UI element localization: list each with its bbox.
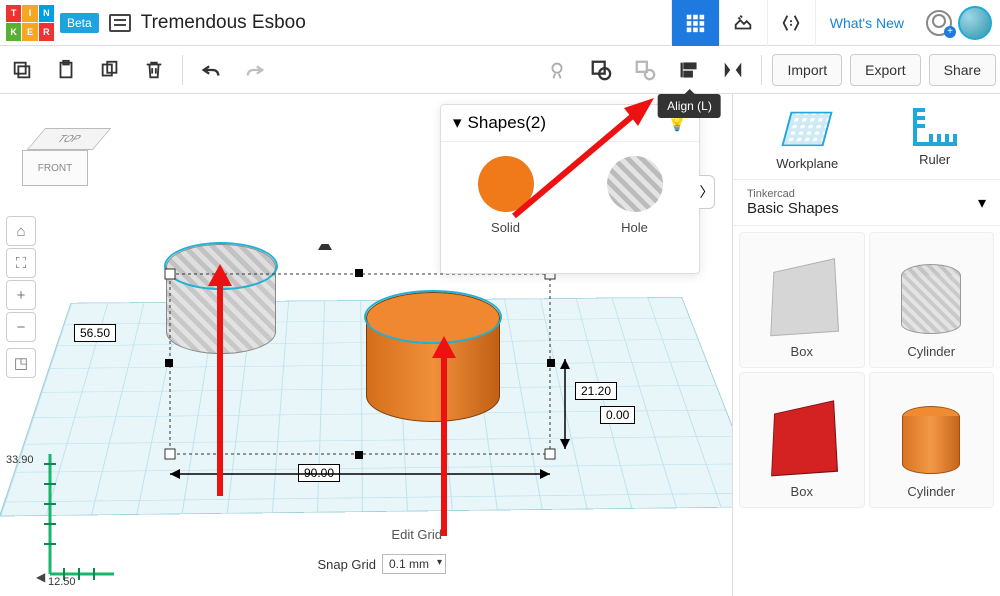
shapes-sidebar: Workplane Ruler Tinkercad Basic Shapes ▾… (732, 94, 1000, 596)
dim-z-label[interactable]: 0.00 (600, 406, 635, 424)
dim-depth-label[interactable]: 56.50 (74, 324, 116, 342)
library-name-label: Basic Shapes (747, 200, 839, 217)
mirror-button[interactable] (713, 52, 753, 88)
design-notes-icon[interactable] (109, 14, 131, 32)
code-blocks-button[interactable] (767, 0, 815, 46)
beta-badge: Beta (60, 13, 99, 33)
zoom-out-button[interactable]: − (6, 312, 36, 342)
share-button[interactable]: Share (929, 54, 996, 86)
redo-button[interactable] (235, 52, 275, 88)
snap-grid-select[interactable]: 0.1 mm (382, 554, 446, 574)
zoom-in-button[interactable]: + (6, 280, 36, 310)
cylinder-solid-icon (902, 406, 960, 474)
delete-button[interactable] (134, 52, 174, 88)
shape-label: Cylinder (907, 344, 955, 359)
ungroup-button[interactable] (625, 52, 665, 88)
undo-button[interactable] (191, 52, 231, 88)
dim-height-label[interactable]: 21.20 (575, 382, 617, 400)
export-button[interactable]: Export (850, 54, 920, 86)
align-tooltip: Align (L) (658, 94, 721, 118)
viewcube-top-face[interactable]: TOP (27, 128, 111, 150)
chevron-down-icon: ▾ (978, 193, 986, 213)
ruler-label: Ruler (919, 152, 950, 167)
shape-label: Box (791, 484, 813, 499)
copy-button[interactable] (2, 52, 42, 88)
shape-label: Cylinder (907, 484, 955, 499)
ruler-icon (913, 108, 957, 146)
panel-expand-handle[interactable]: 〉 (699, 175, 715, 209)
workplane-icon (782, 112, 833, 146)
edit-toolbar: Align (L) Import Export Share (0, 46, 1000, 94)
shape-library-select[interactable]: Tinkercad Basic Shapes ▾ (733, 180, 1000, 226)
workplane-tool[interactable]: Workplane (776, 108, 838, 171)
origin-ruler[interactable] (4, 414, 124, 594)
gallery-view-button[interactable] (671, 0, 719, 46)
add-user-icon[interactable] (926, 10, 952, 36)
minecraft-mode-button[interactable] (719, 0, 767, 46)
shape-box-hole[interactable]: Box (739, 232, 865, 368)
project-title[interactable]: Tremendous Esboo (141, 12, 306, 34)
whats-new-link[interactable]: What's New (815, 0, 918, 46)
box-hole-icon (766, 262, 838, 334)
annotation-arrow-3 (508, 94, 668, 222)
ruler-tool[interactable]: Ruler (913, 108, 957, 171)
user-avatar[interactable] (958, 6, 992, 40)
tinkercad-logo[interactable]: TINKER (6, 5, 54, 41)
canvas-3d[interactable]: TOP FRONT ⌂ ⛶ + − ◳ (0, 94, 732, 596)
fit-view-button[interactable]: ⛶ (6, 248, 36, 278)
ruler-y-value: 33.90 (6, 454, 34, 466)
cylinder-hole-icon (901, 264, 961, 334)
shape-label: Box (791, 344, 813, 359)
main-area: TOP FRONT ⌂ ⛶ + − ◳ (0, 94, 1000, 596)
ruler-x-arrow-icon: ◀ (36, 570, 45, 584)
viewcube-front-face[interactable]: FRONT (22, 150, 88, 186)
solid-label: Solid (491, 220, 520, 235)
view-nav-buttons: ⌂ ⛶ + − ◳ (6, 216, 36, 378)
ortho-view-button[interactable]: ◳ (6, 348, 36, 378)
hole-label: Hole (621, 220, 648, 235)
shape-box-solid[interactable]: Box (739, 372, 865, 508)
home-view-button[interactable]: ⌂ (6, 216, 36, 246)
shape-cylinder-solid[interactable]: Cylinder (869, 372, 995, 508)
import-button[interactable]: Import (772, 54, 842, 86)
viewcube[interactable]: TOP FRONT (22, 128, 104, 194)
panel-collapse-icon[interactable]: ▾ (453, 113, 462, 133)
box-solid-icon (767, 404, 837, 474)
align-button[interactable]: Align (L) (669, 52, 709, 88)
group-button[interactable] (581, 52, 621, 88)
annotation-arrow-1 (200, 264, 240, 496)
show-all-button[interactable] (537, 52, 577, 88)
snap-grid-label: Snap Grid (317, 557, 376, 572)
paste-button[interactable] (46, 52, 86, 88)
annotation-arrow-2 (424, 336, 464, 536)
library-group-label: Tinkercad (747, 188, 839, 200)
ruler-x-value: 12.50 (48, 576, 76, 588)
shape-cylinder-hole[interactable]: Cylinder (869, 232, 995, 368)
duplicate-button[interactable] (90, 52, 130, 88)
workplane-label: Workplane (776, 156, 838, 171)
top-bar: TINKER Beta Tremendous Esboo What's New (0, 0, 1000, 46)
